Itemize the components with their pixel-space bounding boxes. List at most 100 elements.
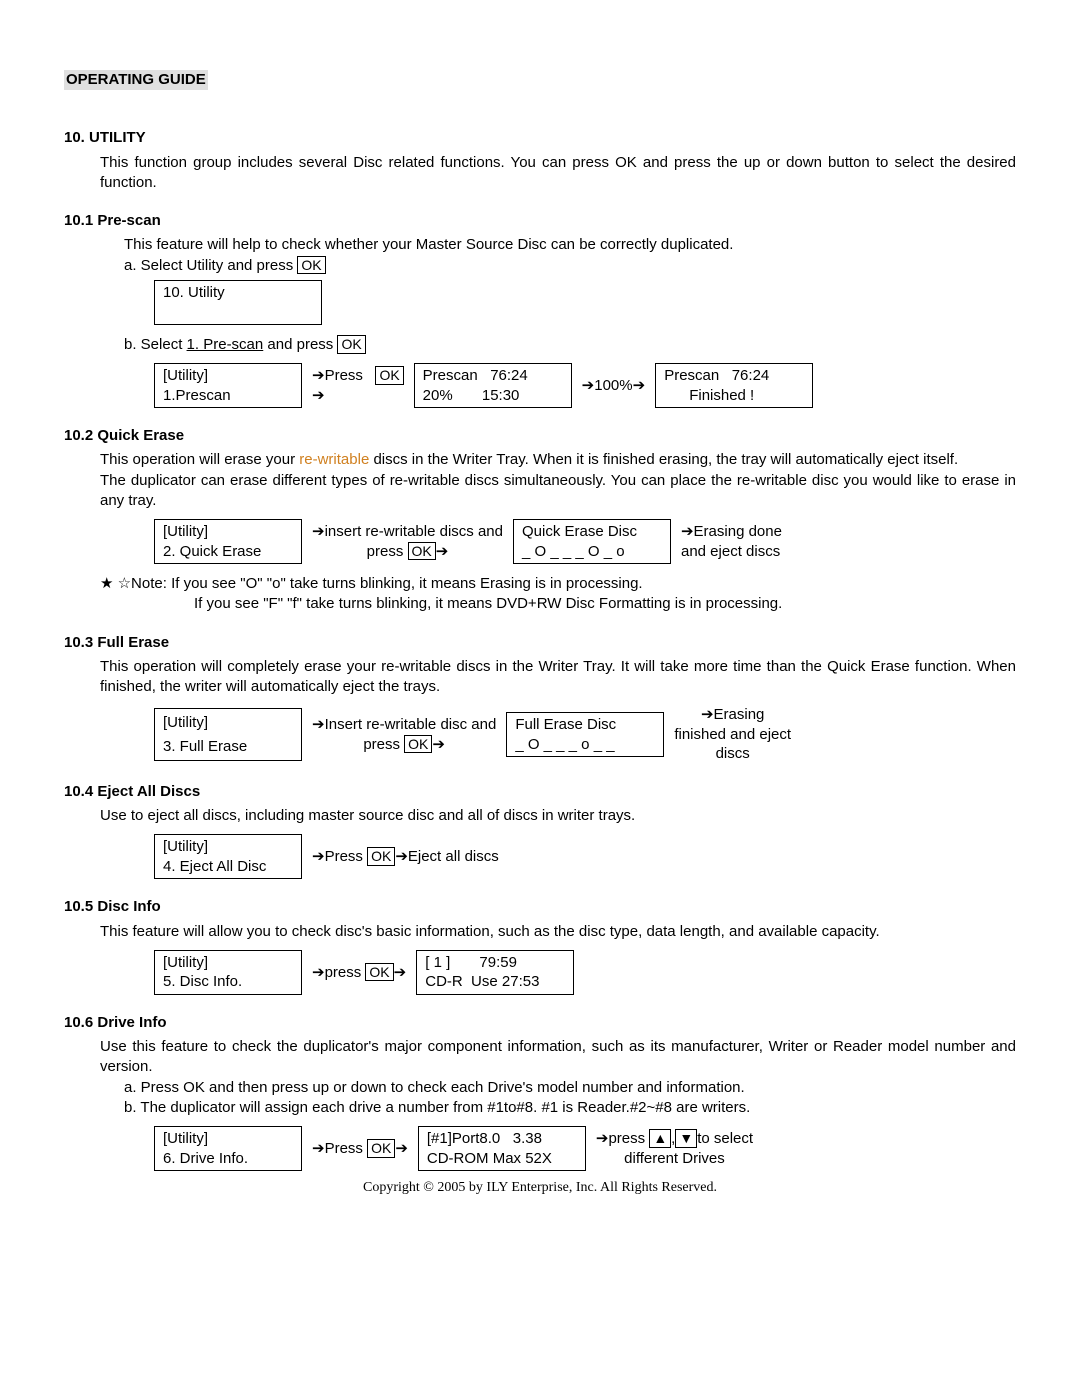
up-key: ▲ <box>649 1129 671 1148</box>
ok-key: OK <box>365 963 393 982</box>
lcd-line: [Utility] <box>163 837 293 857</box>
lcd-prescan-done: Prescan 76:24 Finished ! <box>655 363 813 408</box>
lcd-line: 5. Disc Info. <box>163 972 293 992</box>
ok-key: OK <box>404 735 432 754</box>
text: ➔press <box>312 964 365 981</box>
lcd-line: CD-R Use 27:53 <box>425 972 565 992</box>
text: This operation will erase your <box>100 451 299 468</box>
text: to select <box>697 1130 753 1147</box>
flow-text: ➔Press OK➔Eject all discs <box>312 847 499 867</box>
lcd-quickerase-progress: Quick Erase Disc _ O _ _ _ O _ o <box>513 519 671 564</box>
section-101-body: This feature will help to check whether … <box>124 235 1016 255</box>
step-101b-underline: 1. Pre-scan <box>187 336 264 353</box>
lcd-discinfo-result: [ 1 ] 79:59 CD-R Use 27:53 <box>416 950 574 995</box>
text: press <box>363 736 404 753</box>
section-106-body: Use this feature to check the duplicator… <box>100 1037 1016 1078</box>
flow-104: [Utility] 4. Eject All Disc ➔Press OK➔Ej… <box>154 834 1016 879</box>
lcd-ejectall-menu: [Utility] 4. Eject All Disc <box>154 834 302 879</box>
text: ➔Eject all discs <box>395 848 498 865</box>
lcd-line: 10. Utility <box>163 283 313 303</box>
section-105-head: 10.5 Disc Info <box>64 897 1016 917</box>
lcd-prescan-progress: Prescan 76:24 20% 15:30 <box>414 363 572 408</box>
lcd-line: [Utility] <box>163 522 293 542</box>
ok-key: OK <box>367 1139 395 1158</box>
lcd-line: Finished ! <box>664 386 804 406</box>
flow-text: ➔press OK➔ <box>312 963 406 983</box>
lcd-line: Quick Erase Disc <box>522 522 662 542</box>
step-101b-post: and press <box>263 336 337 353</box>
lcd-line: _ O _ _ _ o _ _ <box>515 735 655 755</box>
lcd-line: 4. Eject All Disc <box>163 857 293 877</box>
flow-text: ➔press ▲,▼to select different Drives <box>596 1129 753 1168</box>
lcd-line: 2. Quick Erase <box>163 542 293 562</box>
flow-text: ➔Press OK➔ <box>312 1139 408 1159</box>
section-102-body1: This operation will erase your re-writab… <box>100 450 1016 470</box>
section-101-head: 10.1 Pre-scan <box>64 211 1016 231</box>
text: ➔Erasing done <box>681 523 782 540</box>
lcd-line: [Utility] <box>163 1129 293 1149</box>
lcd-fullerase-menu: [Utility] 3. Full Erase <box>154 708 302 761</box>
section-104-body: Use to eject all discs, including master… <box>100 806 1016 826</box>
ok-key: OK <box>408 542 436 561</box>
ok-key: OK <box>375 366 403 385</box>
section-10-head: 10. UTILITY <box>64 128 1016 148</box>
arrow-text: ➔Press <box>312 367 363 384</box>
step-101b-pre: b. Select <box>124 336 187 353</box>
step-101b: b. Select 1. Pre-scan and press OK <box>124 335 1016 355</box>
flow-text: ➔Insert re-writable disc and press OK➔ <box>312 715 496 754</box>
lcd-line <box>163 302 313 322</box>
step-106a: a. Press OK and then press up or down to… <box>124 1078 1016 1098</box>
text: finished and eject <box>674 726 791 743</box>
note-102-1: ★ ☆Note: If you see "O" "o" take turns b… <box>100 574 1016 594</box>
lcd-line: 1.Prescan <box>163 386 293 406</box>
flow-103: [Utility] 3. Full Erase ➔Insert re-writa… <box>154 705 1016 764</box>
text: press <box>367 543 408 560</box>
section-106-head: 10.6 Drive Info <box>64 1013 1016 1033</box>
down-key: ▼ <box>675 1129 697 1148</box>
highlight-rewritable: re-writable <box>299 451 369 468</box>
arrow-text: ➔ <box>394 964 407 981</box>
section-105-body: This feature will allow you to check dis… <box>64 922 1016 942</box>
lcd-line: [ 1 ] 79:59 <box>425 953 565 973</box>
section-103-head: 10.3 Full Erase <box>64 633 1016 653</box>
page-title: OPERATING GUIDE <box>64 70 208 90</box>
lcd-line: [Utility] <box>163 713 293 733</box>
step-106b: b. The duplicator will assign each drive… <box>124 1098 1016 1118</box>
arrow-text: ➔ <box>312 386 404 406</box>
ok-key: OK <box>367 847 395 866</box>
lcd-line: [Utility] <box>163 953 293 973</box>
text: ➔Press <box>312 848 367 865</box>
section-10-body: This function group includes several Dis… <box>100 153 1016 194</box>
lcd-line: [Utility] <box>163 366 293 386</box>
lcd-driveinfo-result: [#1]Port8.0 3.38 CD-ROM Max 52X <box>418 1126 586 1171</box>
text: ➔press <box>596 1130 649 1147</box>
text: discs in the Writer Tray. When it is fin… <box>369 451 958 468</box>
lcd-driveinfo-menu: [Utility] 6. Drive Info. <box>154 1126 302 1171</box>
lcd-fullerase-progress: Full Erase Disc _ O _ _ _ o _ _ <box>506 712 664 757</box>
copyright-footer: Copyright © 2005 by ILY Enterprise, Inc.… <box>64 1179 1016 1198</box>
text: discs <box>716 745 750 762</box>
section-104-head: 10.4 Eject All Discs <box>64 782 1016 802</box>
step-101a-pre: a. Select Utility and press <box>124 257 297 274</box>
lcd-line: CD-ROM Max 52X <box>427 1149 577 1169</box>
arrow-text: ➔ <box>395 1140 408 1157</box>
lcd-prescan-menu: [Utility] 1.Prescan <box>154 363 302 408</box>
text: ➔Insert re-writable disc and <box>312 716 496 733</box>
text: ➔Erasing <box>701 706 764 723</box>
section-102-head: 10.2 Quick Erase <box>64 426 1016 446</box>
ok-key: OK <box>337 335 365 354</box>
lcd-utility-menu: 10. Utility <box>154 280 322 325</box>
ok-key: OK <box>297 256 325 275</box>
text: and eject discs <box>681 543 780 560</box>
lcd-line: 20% 15:30 <box>423 386 563 406</box>
note-102-2: If you see "F" "f" take turns blinking, … <box>194 594 1016 614</box>
flow-101: [Utility] 1.Prescan ➔Press OK ➔ Prescan … <box>154 363 1016 408</box>
arrow-text: ➔ <box>436 543 449 560</box>
flow-105: [Utility] 5. Disc Info. ➔press OK➔ [ 1 ]… <box>154 950 1016 995</box>
text: ➔Press <box>312 1140 367 1157</box>
text: different Drives <box>624 1150 725 1167</box>
step-101a: a. Select Utility and press OK <box>124 256 1016 276</box>
text: ➔insert re-writable discs and <box>312 523 503 540</box>
flow-text: ➔Erasing done and eject discs <box>681 522 782 561</box>
flow-102: [Utility] 2. Quick Erase ➔insert re-writ… <box>154 519 1016 564</box>
